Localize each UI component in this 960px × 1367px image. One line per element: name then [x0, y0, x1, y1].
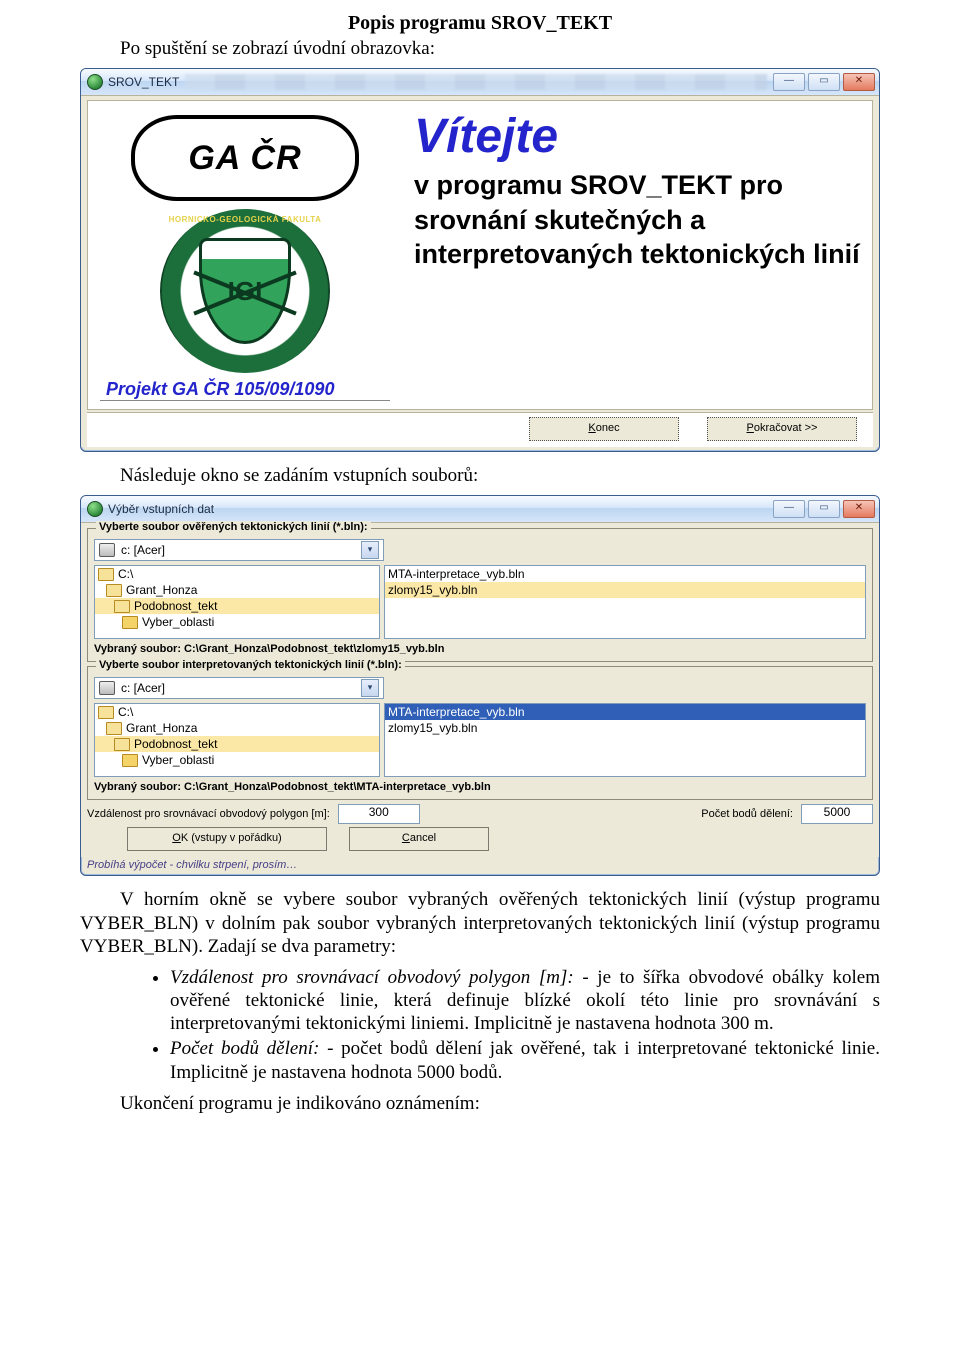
param-list: Vzdálenost pro srovnávací obvodový polyg…: [80, 966, 880, 1084]
folder-label: Vyber_oblasti: [142, 615, 214, 629]
doc-title: Popis programu SROV_TEKT: [80, 12, 880, 35]
ok-button[interactable]: OK (vstupy v pořádku): [127, 827, 327, 851]
group-interpreted: Vyberte soubor interpretovaných tektonic…: [87, 666, 873, 800]
file-label: MTA-interpretace_vyb.bln: [388, 567, 525, 581]
drive-icon: [99, 543, 115, 557]
project-text: Projekt GA ČR 105/09/1090: [100, 379, 390, 401]
file-label: zlomy15_vyb.bln: [388, 583, 477, 597]
file-label: MTA-interpretace_vyb.bln: [388, 705, 525, 719]
folder-icon: [106, 584, 122, 597]
folder-row[interactable]: C:\: [95, 704, 379, 720]
folder-icon: [122, 754, 138, 767]
menu-blur: [185, 74, 767, 90]
selected-file-label: Vybraný soubor: C:\Grant_Honza\Podobnost…: [94, 643, 866, 655]
igi-logo: HORNICKO-GEOLOGICKÁ FAKULTA IGI: [160, 209, 330, 373]
konec-button[interactable]: Konec: [529, 417, 679, 441]
window-title: SROV_TEKT: [108, 75, 179, 89]
titlebar: Výběr vstupních dat — ▭ ✕: [81, 496, 879, 522]
minimize-button[interactable]: —: [773, 500, 805, 518]
file-list[interactable]: MTA-interpretace_vyb.bln zlomy15_vyb.bln: [384, 565, 866, 639]
welcome-body: v programu SROV_TEKT pro srovnání skuteč…: [414, 168, 860, 272]
count-input[interactable]: 5000: [801, 804, 873, 824]
maximize-button[interactable]: ▭: [808, 500, 840, 518]
folder-label: C:\: [118, 705, 133, 719]
after-paragraph: V horním okně se vybere soubor vybraných…: [80, 888, 880, 958]
drive-combo[interactable]: c: [Acer] ▾: [94, 539, 384, 561]
folder-row[interactable]: Grant_Honza: [95, 582, 379, 598]
dist-label: Vzdálenost pro srovnávací obvodový polyg…: [87, 808, 330, 820]
folder-label: Vyber_oblasti: [142, 753, 214, 767]
list-item: Vzdálenost pro srovnávací obvodový polyg…: [170, 966, 880, 1036]
bullet1-label: Vzdálenost pro srovnávací obvodový polyg…: [170, 967, 574, 988]
input-window: Výběr vstupních dat — ▭ ✕ Vyberte soubor…: [80, 495, 880, 876]
folder-icon: [98, 568, 114, 581]
folder-icon: [114, 738, 130, 751]
folder-row[interactable]: Vyber_oblasti: [95, 614, 379, 630]
gacr-logo: GA ČR: [131, 115, 359, 201]
window-title: Výběr vstupních dat: [108, 502, 214, 516]
chevron-down-icon[interactable]: ▾: [361, 541, 379, 559]
folder-label: Grant_Honza: [126, 721, 197, 735]
folder-label: C:\: [118, 567, 133, 581]
globe-icon: [87, 74, 103, 90]
folder-row[interactable]: Podobnost_tekt: [95, 736, 379, 752]
group-legend: Vyberte soubor interpretovaných tektonic…: [96, 659, 405, 671]
follow-paragraph: Následuje okno se zadáním vstupních soub…: [80, 464, 880, 487]
drive-text: c: [Acer]: [121, 543, 165, 557]
file-row[interactable]: MTA-interpretace_vyb.bln: [385, 566, 865, 582]
file-row[interactable]: MTA-interpretace_vyb.bln: [385, 704, 865, 720]
folder-row[interactable]: Grant_Honza: [95, 720, 379, 736]
end-paragraph: Ukončení programu je indikováno oznámení…: [80, 1092, 880, 1115]
folder-label: Podobnost_tekt: [134, 599, 217, 613]
dist-input[interactable]: 300: [338, 804, 420, 824]
folder-icon: [114, 600, 130, 613]
folder-icon: [98, 706, 114, 719]
welcome-heading: Vítejte: [414, 109, 860, 164]
status-line: Probíhá výpočet - chvilku strpení, prosí…: [81, 857, 879, 875]
folder-list[interactable]: C:\ Grant_Honza Podobnost_tekt Vyber_oblast…: [94, 703, 380, 777]
folder-icon: [106, 722, 122, 735]
maximize-button[interactable]: ▭: [808, 73, 840, 91]
drive-text: c: [Acer]: [121, 681, 165, 695]
file-row[interactable]: zlomy15_vyb.bln: [385, 720, 865, 736]
folder-row[interactable]: C:\: [95, 566, 379, 582]
drive-icon: [99, 681, 115, 695]
minimize-button[interactable]: —: [773, 73, 805, 91]
close-button[interactable]: ✕: [843, 500, 875, 518]
group-legend: Vyberte soubor ověřených tektonických li…: [96, 521, 371, 533]
folder-label: Grant_Honza: [126, 583, 197, 597]
igi-band-text: HORNICKO-GEOLOGICKÁ FAKULTA: [160, 215, 330, 224]
close-button[interactable]: ✕: [843, 73, 875, 91]
selected-file-label: Vybraný soubor: C:\Grant_Honza\Podobnost…: [94, 781, 866, 793]
chevron-down-icon[interactable]: ▾: [361, 679, 379, 697]
count-label: Počet bodů dělení:: [701, 808, 793, 820]
titlebar: SROV_TEKT — ▭ ✕: [81, 69, 879, 95]
intro-paragraph: Po spuštění se zobrazí úvodní obrazovka:: [80, 37, 880, 60]
drive-combo[interactable]: c: [Acer] ▾: [94, 677, 384, 699]
folder-icon: [122, 616, 138, 629]
folder-row[interactable]: Vyber_oblasti: [95, 752, 379, 768]
folder-list[interactable]: C:\ Grant_Honza Podobnost_tekt Vyber_oblast…: [94, 565, 380, 639]
file-row[interactable]: zlomy15_vyb.bln: [385, 582, 865, 598]
globe-icon: [87, 501, 103, 517]
list-item: Počet bodů dělení: - počet bodů dělení j…: [170, 1037, 880, 1083]
folder-label: Podobnost_tekt: [134, 737, 217, 751]
file-list[interactable]: MTA-interpretace_vyb.bln zlomy15_vyb.bln: [384, 703, 866, 777]
file-label: zlomy15_vyb.bln: [388, 721, 477, 735]
pokracovat-button[interactable]: Pokračovat >>: [707, 417, 857, 441]
group-verified: Vyberte soubor ověřených tektonických li…: [87, 528, 873, 662]
bullet2-label: Počet bodů dělení:: [170, 1038, 319, 1059]
welcome-window: SROV_TEKT — ▭ ✕ GA ČR HORNICKO-GEOLOGICK…: [80, 68, 880, 452]
folder-row[interactable]: Podobnost_tekt: [95, 598, 379, 614]
cancel-button[interactable]: Cancel: [349, 827, 489, 851]
